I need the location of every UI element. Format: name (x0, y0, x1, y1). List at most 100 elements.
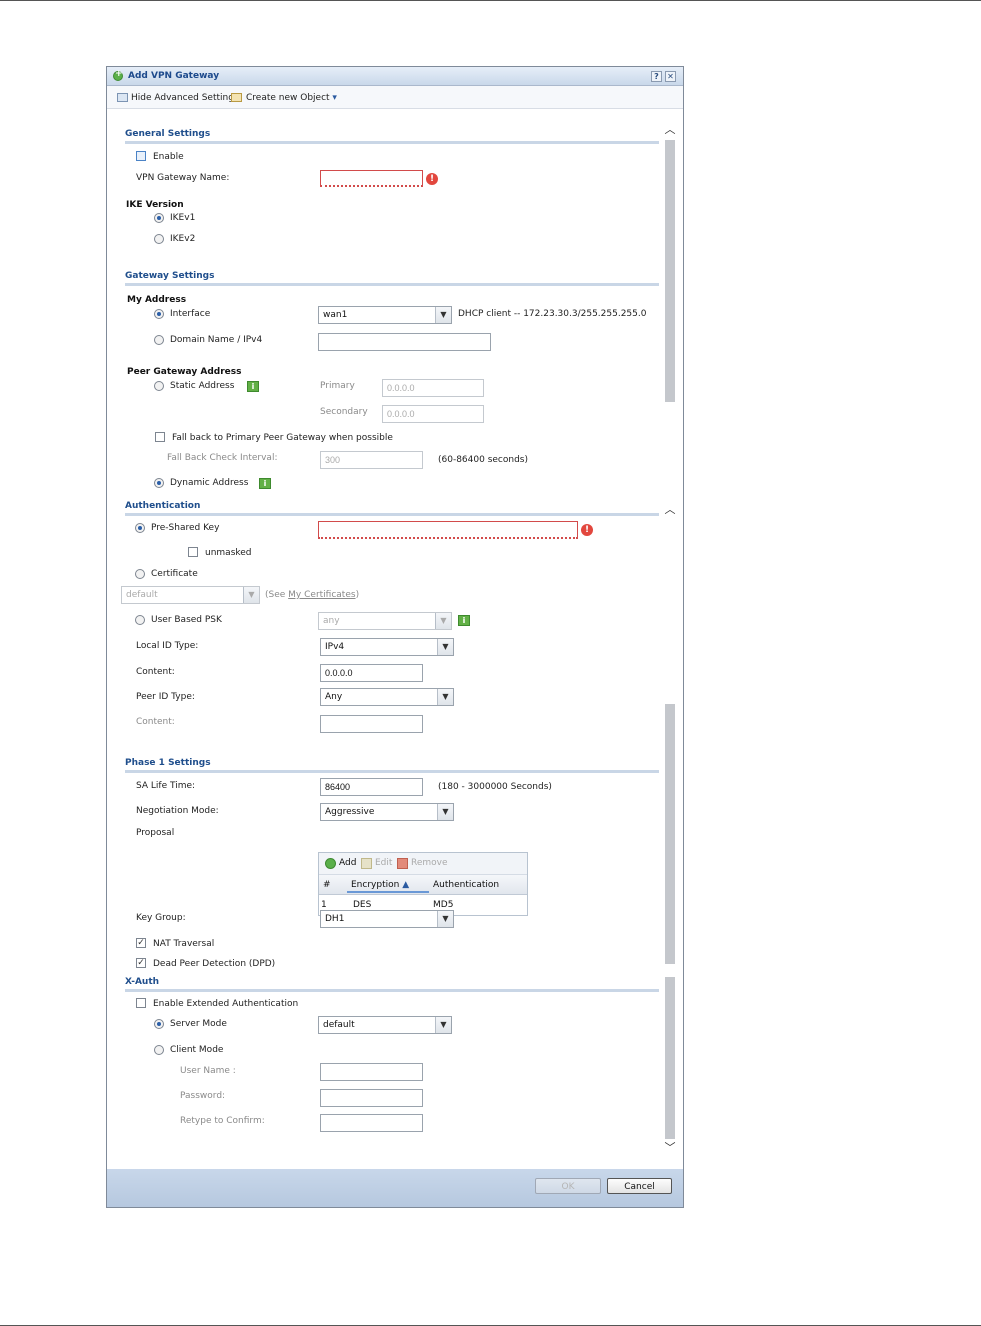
create-new-object-label: Create new Object (246, 93, 330, 103)
chevron-down-icon: ▼ (437, 911, 453, 927)
static-address-label: Static Address (170, 381, 235, 391)
server-mode-label: Server Mode (170, 1019, 227, 1029)
see-my-certificates-hint: (See My Certificates) (265, 590, 359, 600)
password-input[interactable] (320, 1089, 423, 1107)
negotiation-mode-value: Aggressive (325, 807, 375, 817)
retype-password-input[interactable] (320, 1114, 423, 1132)
user-based-psk-select[interactable]: any ▼ (318, 612, 452, 630)
interface-label: Interface (170, 309, 211, 319)
dynamic-address-label: Dynamic Address (170, 478, 249, 488)
phase1-settings-divider (125, 770, 659, 773)
sa-life-time-input[interactable] (320, 778, 423, 796)
negotiation-mode-select[interactable]: Aggressive ▼ (320, 803, 454, 821)
key-group-select[interactable]: DH1 ▼ (320, 910, 454, 928)
column-header-number[interactable]: # (323, 880, 331, 890)
my-address-label: My Address (127, 295, 187, 305)
scroll-up-icon[interactable]: ︿ (663, 124, 677, 136)
general-settings-header: General Settings (125, 129, 211, 139)
domain-name-radio[interactable] (154, 335, 164, 345)
dynamic-address-radio[interactable] (154, 478, 164, 488)
user-based-psk-radio[interactable] (135, 615, 145, 625)
column-header-encryption[interactable]: Encryption ▲ (351, 880, 409, 890)
scroll-track-lower (665, 977, 675, 1139)
proposal-edit-button[interactable]: Edit (375, 858, 392, 868)
create-object-icon (231, 93, 242, 102)
content-scrollbar[interactable]: ︿ ︿ ﹀ (663, 122, 677, 1157)
static-address-radio[interactable] (154, 381, 164, 391)
sort-indicator (347, 891, 429, 893)
pre-shared-key-label: Pre-Shared Key (151, 523, 220, 533)
create-new-object-button[interactable]: Create new Object ▾ (246, 93, 337, 103)
primary-address-input[interactable] (382, 379, 484, 397)
peer-content-input[interactable] (320, 715, 423, 733)
peer-content-label: Content: (136, 717, 175, 727)
hide-advanced-settings-button[interactable]: Hide Advanced Settings (131, 93, 239, 103)
proposal-remove-button[interactable]: Remove (411, 858, 448, 868)
client-mode-radio[interactable] (154, 1045, 164, 1055)
unmasked-checkbox[interactable] (188, 547, 198, 557)
pre-shared-key-radio[interactable] (135, 523, 145, 533)
chevron-down-icon: ▼ (437, 639, 453, 655)
add-vpn-gateway-dialog: Add VPN Gateway ? ✕ Hide Advanced Settin… (106, 66, 684, 1208)
static-address-info-icon[interactable]: i (247, 381, 259, 392)
user-psk-select-value: any (323, 616, 340, 626)
cancel-button[interactable]: Cancel (607, 1178, 672, 1194)
dialog-footer: OK Cancel (107, 1169, 683, 1207)
fall-back-interval-hint: (60-86400 seconds) (438, 455, 528, 465)
dialog-titlebar: Add VPN Gateway ? ✕ (107, 67, 683, 86)
ok-button[interactable]: OK (535, 1178, 601, 1194)
local-content-label: Content: (136, 667, 175, 677)
scroll-thumb[interactable] (665, 704, 675, 964)
user-psk-info-icon[interactable]: i (458, 615, 470, 626)
column-header-authentication[interactable]: Authentication (433, 880, 499, 890)
ikev2-label: IKEv2 (170, 234, 196, 244)
dpd-checkbox[interactable]: ✓ (136, 958, 146, 968)
interface-select-value: wan1 (323, 310, 348, 320)
dialog-title: Add VPN Gateway (128, 71, 220, 81)
chevron-down-icon: ▼ (435, 307, 451, 323)
primary-label: Primary (320, 381, 355, 391)
close-icon[interactable]: ✕ (665, 71, 676, 82)
x-auth-header: X-Auth (125, 977, 160, 987)
encryption-header-label: Encryption (351, 880, 400, 890)
local-id-type-select[interactable]: IPv4 ▼ (320, 638, 454, 656)
enable-extended-auth-checkbox[interactable] (136, 998, 146, 1008)
fall-back-checkbox[interactable] (155, 432, 165, 442)
ikev1-radio[interactable] (154, 213, 164, 223)
peer-id-type-select[interactable]: Any ▼ (320, 688, 454, 706)
enable-checkbox[interactable] (136, 151, 146, 161)
local-id-type-label: Local ID Type: (136, 641, 199, 651)
domain-name-label: Domain Name / IPv4 (170, 335, 263, 345)
server-mode-select[interactable]: default ▼ (318, 1016, 452, 1034)
ikev2-radio[interactable] (154, 234, 164, 244)
local-content-input[interactable] (320, 664, 423, 682)
interface-select[interactable]: wan1 ▼ (318, 306, 452, 324)
certificate-select[interactable]: default ▼ (121, 586, 260, 604)
dpd-label: Dead Peer Detection (DPD) (153, 959, 276, 969)
scroll-down-icon[interactable]: ﹀ (663, 1142, 677, 1154)
scroll-up-icon-2[interactable]: ︿ (663, 504, 677, 516)
dynamic-address-info-icon[interactable]: i (259, 478, 271, 489)
vpn-gateway-name-input[interactable] (320, 170, 423, 187)
certificate-radio[interactable] (135, 569, 145, 579)
domain-name-input[interactable] (318, 333, 491, 351)
my-certificates-link[interactable]: My Certificates (288, 590, 355, 600)
interface-radio[interactable] (154, 309, 164, 319)
nat-traversal-checkbox[interactable]: ✓ (136, 938, 146, 948)
gateway-settings-divider (125, 283, 659, 286)
ike-version-label: IKE Version (126, 200, 184, 210)
proposal-add-button[interactable]: Add (339, 858, 356, 868)
key-group-label: Key Group: (136, 913, 186, 923)
help-icon[interactable]: ? (651, 71, 662, 82)
pre-shared-key-input[interactable] (318, 521, 578, 539)
nat-traversal-label: NAT Traversal (153, 939, 215, 949)
retype-to-confirm-label: Retype to Confirm: (180, 1116, 265, 1126)
user-name-input[interactable] (320, 1063, 423, 1081)
server-mode-value: default (323, 1020, 355, 1030)
secondary-address-input[interactable] (382, 405, 484, 423)
server-mode-radio[interactable] (154, 1019, 164, 1029)
fall-back-interval-input[interactable] (320, 451, 423, 469)
page-top-rule (0, 0, 981, 1)
proposal-grid: Add Edit Remove # Encryption ▲ Authentic… (318, 852, 528, 916)
proposal-label: Proposal (136, 828, 175, 838)
